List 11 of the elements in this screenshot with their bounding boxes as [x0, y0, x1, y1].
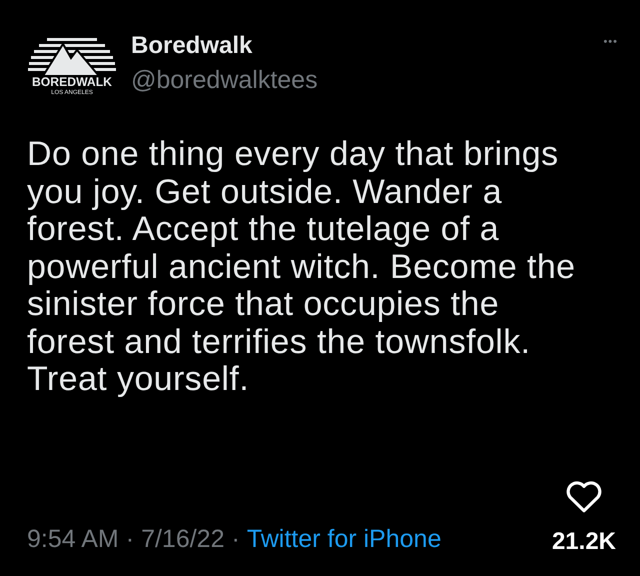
tweet-date: 7/16/22 [141, 525, 224, 554]
source-link[interactable]: Twitter for iPhone [246, 525, 442, 554]
heart-icon[interactable] [564, 479, 603, 514]
tweet-time: 9:54 AM [27, 525, 119, 554]
author-handle[interactable]: @boredwalktees [131, 66, 590, 95]
author-name[interactable]: Boredwalk [131, 32, 590, 60]
more-options-icon[interactable]: ••• [603, 36, 618, 48]
separator-dot: · [126, 525, 134, 554]
tweet-text: Do one thing every day that brings you joy. Get outside. Wander a forest. Accept the tutelage of a powerful ancient witch. Become the sinister force that occupies the forest and terrifies the townsfolk. Treat yourself. [27, 136, 576, 398]
separator-dot: · [231, 525, 240, 554]
like-count: 21.2K [552, 528, 616, 556]
